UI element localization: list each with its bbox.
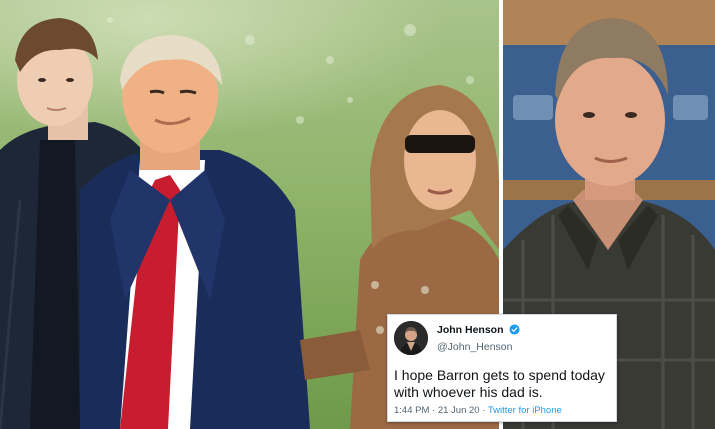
tweet-date[interactable]: 21 Jun 20 (438, 405, 480, 416)
avatar[interactable] (394, 321, 428, 355)
tweet-meta-separator-2: · (482, 405, 486, 416)
tweet-author-handle[interactable]: @John_Henson (437, 341, 512, 353)
composite-image: John Henson @John_Henson I hope Barron g… (0, 0, 715, 429)
tweet-time[interactable]: 1:44 PM (394, 405, 429, 416)
tweet-text: I hope Barron gets to spend today with w… (394, 367, 605, 400)
tweet-card: John Henson @John_Henson I hope Barron g… (387, 314, 617, 422)
tweet-source-link[interactable]: Twitter for iPhone (488, 405, 562, 416)
tweet-meta-separator: · (432, 405, 436, 416)
tweet-author-name[interactable]: John Henson (437, 324, 520, 336)
tweet-author-name-text: John Henson (437, 324, 504, 336)
verified-badge-icon (509, 324, 520, 335)
tweet-meta: 1:44 PM · 21 Jun 20 · Twitter for iPhone (394, 405, 562, 416)
